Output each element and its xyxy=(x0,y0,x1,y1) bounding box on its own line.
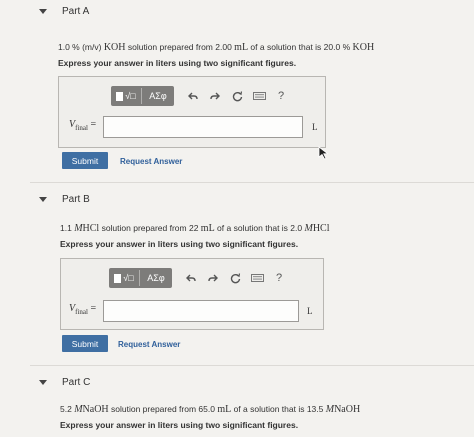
part-a-variable-label: Vfinal = xyxy=(69,119,97,132)
part-b-answer-box: √□ ΑΣφ ? Vfinal = L xyxy=(60,258,324,330)
part-b-toolbar: √□ ΑΣφ ? xyxy=(109,267,290,289)
part-a-submit-button[interactable]: Submit xyxy=(62,152,108,169)
part-c-title: Part C xyxy=(62,377,91,388)
keyboard-icon[interactable] xyxy=(246,268,268,288)
part-b-question: 1.1 MHCl solution prepared from 22 mL of… xyxy=(60,223,330,234)
redo-icon[interactable] xyxy=(204,86,226,106)
part-divider xyxy=(30,365,474,366)
template-button[interactable]: √□ xyxy=(111,86,141,106)
part-divider xyxy=(30,182,474,183)
greek-symbols-button[interactable]: ΑΣφ xyxy=(142,86,174,106)
reset-icon[interactable] xyxy=(226,86,248,106)
part-b-answer-input[interactable] xyxy=(103,300,299,322)
part-a-answer-box: √□ ΑΣφ ? Vfinal = L xyxy=(58,76,326,148)
part-b-title: Part B xyxy=(62,194,90,205)
part-b-header[interactable]: Part B xyxy=(38,194,90,205)
part-c-header[interactable]: Part C xyxy=(38,377,90,388)
part-a-answer-input[interactable] xyxy=(103,116,303,138)
part-a-header[interactable]: Part A xyxy=(38,6,89,17)
chevron-down-icon xyxy=(39,379,47,385)
part-a-title: Part A xyxy=(62,6,90,17)
part-b-variable-label: Vfinal = xyxy=(69,303,97,316)
math-palette-group: √□ ΑΣφ xyxy=(109,268,172,288)
greek-symbols-button[interactable]: ΑΣφ xyxy=(140,268,172,288)
template-square-icon xyxy=(116,91,124,101)
math-palette-group: √□ ΑΣφ xyxy=(111,86,174,106)
part-a-toolbar: √□ ΑΣφ ? xyxy=(111,85,292,107)
part-b-request-answer-link[interactable]: Request Answer xyxy=(118,340,180,349)
template-button[interactable]: √□ xyxy=(109,268,139,288)
part-b-submit-button[interactable]: Submit xyxy=(62,335,108,352)
help-icon[interactable]: ? xyxy=(270,86,292,106)
part-b-unit-label: L xyxy=(307,306,313,316)
part-a-request-answer-link[interactable]: Request Answer xyxy=(120,157,182,166)
keyboard-icon[interactable] xyxy=(248,86,270,106)
part-c-instruction: Express your answer in liters using two … xyxy=(60,420,299,430)
part-a-question: 1.0 % (m/v) KOH solution prepared from 2… xyxy=(58,42,375,53)
redo-icon[interactable] xyxy=(202,268,224,288)
chevron-down-icon xyxy=(39,8,47,14)
undo-icon[interactable] xyxy=(182,86,204,106)
part-b-instruction: Express your answer in liters using two … xyxy=(60,239,299,249)
part-a-unit-label: L xyxy=(312,122,318,132)
part-a-instruction: Express your answer in liters using two … xyxy=(58,58,297,68)
template-square-icon xyxy=(114,273,122,283)
help-icon[interactable]: ? xyxy=(268,268,290,288)
reset-icon[interactable] xyxy=(224,268,246,288)
undo-icon[interactable] xyxy=(180,268,202,288)
cursor-icon xyxy=(318,146,329,160)
part-c-question: 5.2 MNaOH solution prepared from 65.0 mL… xyxy=(60,404,361,415)
chevron-down-icon xyxy=(39,196,47,202)
